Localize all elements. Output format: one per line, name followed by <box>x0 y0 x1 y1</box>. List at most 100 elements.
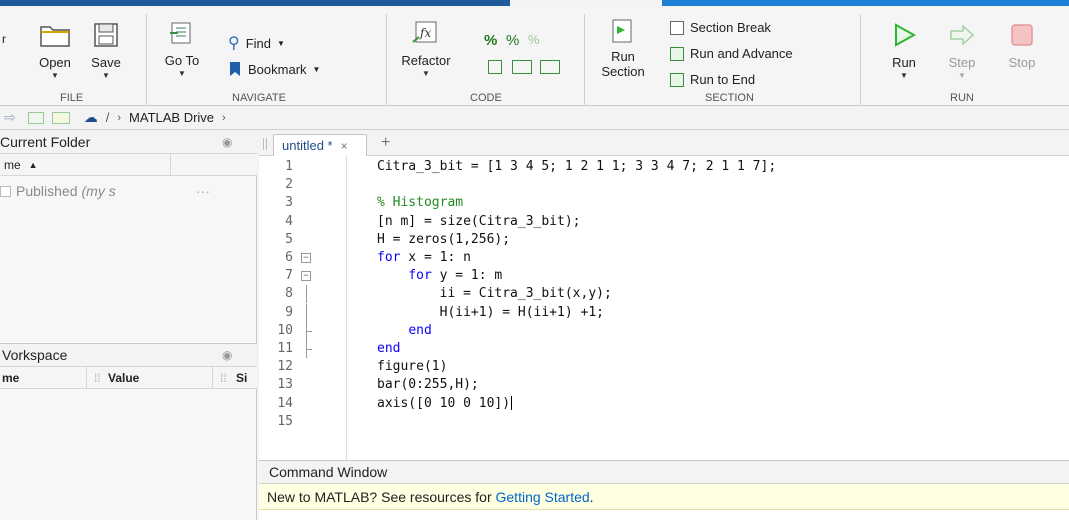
cloud-drive-icon: ☁ <box>83 109 98 125</box>
fold-guide-end <box>306 330 312 332</box>
up-folder-icon[interactable] <box>27 111 44 124</box>
sort-up-icon: ▲ <box>28 159 38 170</box>
section-divider <box>146 14 147 106</box>
bookmark-label: Bookmark <box>248 61 307 77</box>
run-and-advance-button[interactable]: Run and Advance <box>670 46 793 61</box>
breadcrumb-chevron-icon: › <box>117 111 122 124</box>
chevron-down-icon: ▼ <box>312 64 321 74</box>
code-line[interactable]: 4 [n m] = size(Citra_3_bit); <box>259 213 1069 231</box>
goto-icon <box>170 22 191 44</box>
chevron-down-icon: ▼ <box>51 71 59 80</box>
wrap-comments-icon[interactable]: % <box>528 32 540 47</box>
add-tab-icon[interactable]: + <box>381 134 390 152</box>
panel-options-icon[interactable]: ◉ <box>222 348 232 362</box>
code-line[interactable]: 11 end <box>259 340 1069 358</box>
run-to-end-label: Run to End <box>690 72 756 87</box>
smart-indent-icon[interactable] <box>488 60 502 74</box>
code-line[interactable]: 8 ii = Citra_3_bit(x,y); <box>259 285 1069 304</box>
code-line[interactable]: 12 figure(1) <box>259 358 1069 376</box>
close-icon[interactable]: × <box>341 139 348 153</box>
new-dropdown-edge[interactable]: r <box>2 32 6 46</box>
name-column-header[interactable]: me <box>2 371 19 385</box>
column-divider <box>170 154 171 176</box>
command-window-header: Command Window <box>259 460 1069 484</box>
command-prompt-area[interactable] <box>259 510 1069 520</box>
uncomment-icon[interactable]: % <box>506 32 519 49</box>
code-line[interactable]: 10 end <box>259 321 1069 340</box>
current-folder-header: Current Folder ◉ <box>0 130 257 154</box>
more-options-icon[interactable]: ··· <box>196 183 210 199</box>
open-label: Open <box>39 55 71 70</box>
code-text: for y = 1: m <box>408 268 503 284</box>
folder-name: Published <box>16 183 78 199</box>
line-number: 9 <box>285 304 293 320</box>
code-line[interactable]: 15 <box>259 413 1069 431</box>
workspace-header: Vorkspace ◉ <box>0 343 257 367</box>
comment-icon[interactable]: % <box>484 32 497 49</box>
tab-untitled[interactable]: untitled * × <box>273 134 367 156</box>
section-divider <box>386 14 387 106</box>
code-line[interactable]: 9 H(ii+1) = H(ii+1) +1; <box>259 303 1069 322</box>
address-folder[interactable]: MATLAB Drive <box>129 110 214 125</box>
current-folder-title: Current Folder <box>0 133 91 150</box>
code-line[interactable]: 14 axis([0 10 0 10]) <box>259 395 1069 413</box>
column-divider <box>212 367 213 389</box>
code-line[interactable]: 3 % Histogram <box>259 194 1069 212</box>
step-button[interactable]: Step ▼ <box>940 22 984 80</box>
browse-folder-icon[interactable] <box>51 111 70 124</box>
increase-indent-icon[interactable] <box>540 60 560 74</box>
run-section-button[interactable]: Run Section <box>596 18 650 79</box>
ribbon-toolbar: r Open ▼ Save ▼ FILE Go To ▼ ⚲ Find ▼ Bo… <box>0 8 1069 106</box>
fold-guide <box>306 303 307 322</box>
column-divider <box>86 367 87 389</box>
grip-icon: ⁞⁞ <box>94 370 101 385</box>
search-icon: ⚲ <box>228 35 240 52</box>
list-item[interactable]: Published (my s ··· <box>0 180 257 202</box>
section-break-button[interactable]: Section Break <box>670 20 771 35</box>
text-cursor <box>511 396 513 411</box>
fold-toggle-icon[interactable]: − <box>301 253 311 263</box>
open-button[interactable]: Open ▼ <box>30 22 80 80</box>
goto-button[interactable]: Go To ▼ <box>156 20 208 78</box>
run-button[interactable]: Run ▼ <box>882 22 926 80</box>
step-label: Step <box>948 55 976 70</box>
fold-toggle-icon[interactable]: − <box>301 271 311 282</box>
folder-icon <box>0 185 11 197</box>
line-number: 13 <box>277 377 293 393</box>
name-column-header[interactable]: me <box>4 158 21 172</box>
find-button[interactable]: ⚲ Find ▼ <box>228 33 285 53</box>
code-line[interactable]: 1 Citra_3_bit = [1 3 4 5; 1 2 1 1; 3 3 4 … <box>259 158 1069 176</box>
stop-button[interactable]: Stop <box>1000 22 1044 70</box>
run-section-label-line2: Section <box>601 64 645 79</box>
refactor-button[interactable]: fx Refactor ▼ <box>396 20 456 78</box>
forward-arrow-icon[interactable]: ⇨ <box>4 109 16 126</box>
svg-text:fx: fx <box>419 26 431 40</box>
bookmark-button[interactable]: Bookmark ▼ <box>228 61 320 77</box>
folder-icon <box>40 26 70 47</box>
decrease-indent-icon[interactable] <box>512 60 532 74</box>
line-number: 6 <box>285 250 293 265</box>
code-line[interactable]: 13 bar(0:255,H); <box>259 376 1069 394</box>
ribbon-tab-strip <box>0 0 1069 8</box>
tab-splitter <box>263 138 267 150</box>
code-text: H = zeros(1,256); <box>377 231 511 247</box>
current-folder-column-header[interactable]: me ▲ <box>0 154 257 176</box>
size-column-header[interactable]: Si <box>236 371 247 385</box>
code-text: Citra_3_bit = [1 3 4 5; 1 2 1 1; 3 3 4 7… <box>377 159 777 174</box>
bookmark-icon <box>230 62 240 76</box>
code-line[interactable]: 6− for x = 1: n <box>259 249 1069 267</box>
file-section-label: FILE <box>60 92 84 104</box>
getting-started-link[interactable]: Getting Started <box>496 489 590 505</box>
code-line[interactable]: 2 <box>259 176 1069 194</box>
code-line[interactable]: 5 H = zeros(1,256); <box>259 231 1069 249</box>
run-to-end-button[interactable]: Run to End <box>670 72 755 87</box>
chevron-down-icon: ▼ <box>178 69 186 78</box>
section-break-label: Section Break <box>690 20 771 35</box>
address-root[interactable]: / <box>106 110 110 125</box>
panel-options-icon[interactable]: ◉ <box>222 135 232 149</box>
save-button[interactable]: Save ▼ <box>84 22 128 80</box>
line-number: 11 <box>277 341 293 356</box>
workspace-title: Vorkspace <box>2 347 68 363</box>
code-line[interactable]: 7− for y = 1: m <box>259 267 1069 285</box>
value-column-header[interactable]: Value <box>108 371 139 385</box>
